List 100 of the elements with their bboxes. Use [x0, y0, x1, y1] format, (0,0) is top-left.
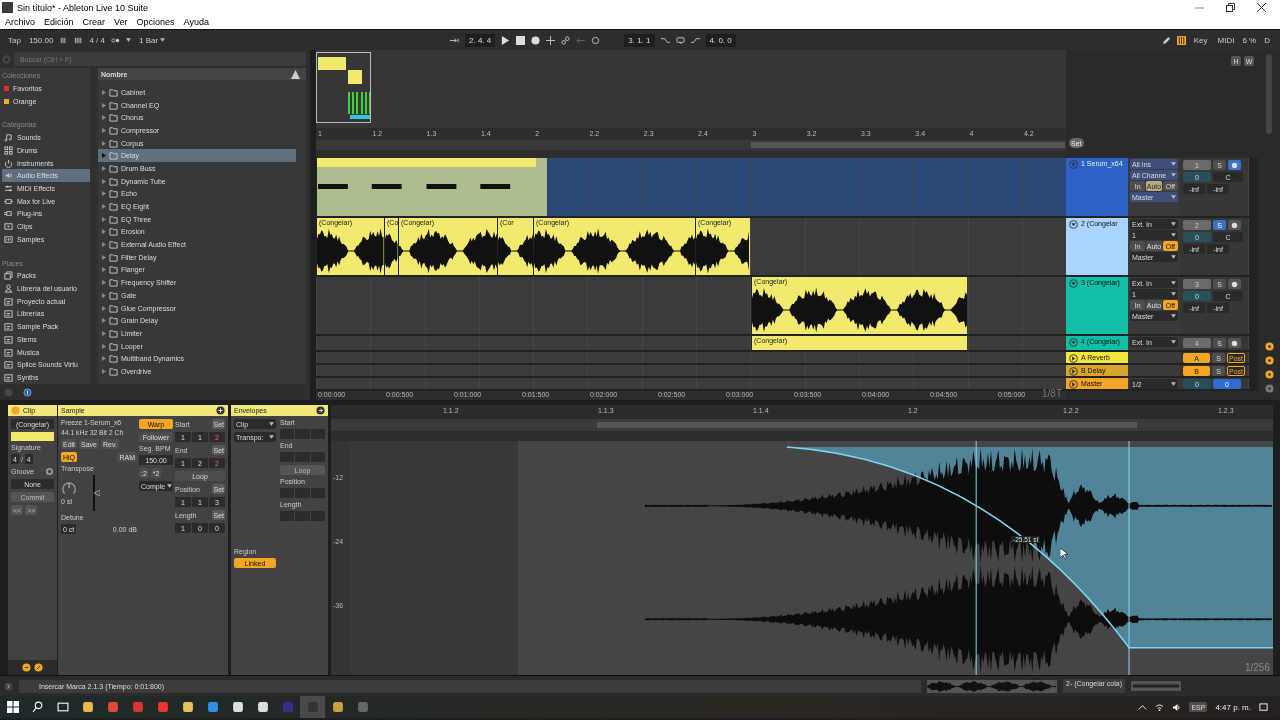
expand-icon	[102, 140, 106, 146]
grid-icon	[4, 145, 13, 155]
track-overview-drawing	[1131, 681, 1182, 691]
task-view-icon[interactable]	[56, 701, 69, 713]
chevron-up-icon[interactable]	[1138, 702, 1148, 712]
clip-icon	[4, 222, 13, 232]
nudge-up-icon[interactable]	[74, 35, 84, 45]
expand-icon[interactable]	[34, 663, 43, 672]
arm-button[interactable]	[1228, 220, 1241, 230]
menu-item[interactable]: Ver	[114, 17, 128, 27]
caret-icon	[1171, 292, 1176, 296]
caret-icon	[1171, 162, 1176, 166]
scrollbar[interactable]	[90, 68, 98, 384]
app-icon[interactable]	[356, 701, 369, 713]
metronome-icon[interactable]	[110, 35, 120, 45]
menu-item[interactable]: Opciones	[136, 17, 175, 27]
punch-out-icon[interactable]	[690, 35, 700, 45]
knob[interactable]	[61, 481, 77, 497]
expand-icon	[102, 229, 106, 235]
marker-line[interactable]	[1128, 441, 1130, 675]
envelope-line[interactable]	[786, 446, 1273, 649]
gear-icon	[45, 467, 54, 476]
punch-in-icon[interactable]	[660, 35, 670, 45]
plus-icon[interactable]	[546, 35, 556, 45]
expand-icon	[102, 178, 106, 184]
record-icon[interactable]	[531, 35, 541, 45]
fold-icon[interactable]	[1069, 338, 1078, 347]
expand-icon	[102, 89, 106, 95]
arrow-icon[interactable]	[316, 406, 325, 415]
arrangement-position-field[interactable]: 2. 4. 4	[465, 33, 496, 47]
record-icon	[1230, 160, 1239, 170]
marker-line[interactable]	[975, 441, 977, 675]
wifi-icon[interactable]	[1155, 702, 1165, 712]
expand-icon	[102, 343, 106, 349]
cursor-icon	[1060, 548, 1068, 560]
fold-icon[interactable]	[1069, 354, 1078, 363]
fold-icon[interactable]	[1069, 367, 1078, 376]
caret-icon	[1171, 340, 1176, 344]
caret-icon	[1171, 281, 1176, 285]
expand-icon	[102, 191, 106, 197]
arm-button[interactable]	[1228, 160, 1241, 170]
pencil-icon[interactable]	[1161, 35, 1171, 45]
notification-icon[interactable]	[1259, 702, 1268, 712]
app-icon[interactable]	[156, 701, 169, 713]
menu-item[interactable]: Archivo	[5, 17, 35, 27]
grid-label: 1/8T	[1042, 388, 1062, 399]
tap-button[interactable]: Tap	[6, 35, 23, 45]
gain-fader[interactable]	[91, 475, 101, 511]
midi-clip[interactable]	[316, 158, 547, 216]
info-icon[interactable]	[23, 387, 32, 397]
speaker-icon[interactable]	[1172, 702, 1182, 712]
save-icon[interactable]	[22, 663, 31, 672]
plug-icon	[4, 209, 13, 219]
disk-button[interactable]: D	[1262, 35, 1272, 45]
stop-icon[interactable]	[516, 35, 526, 45]
restore-icon[interactable]	[1226, 3, 1235, 12]
menu-item[interactable]: Crear	[82, 17, 106, 27]
scrollbar[interactable]	[1266, 54, 1272, 134]
piano-keys-icon[interactable]	[1176, 35, 1186, 45]
note-icon	[4, 133, 13, 143]
clip-color-swatch[interactable]	[11, 432, 54, 441]
tempo-value: 150.00	[28, 35, 54, 45]
sort-arrow-icon	[291, 69, 300, 79]
caret-icon	[1171, 255, 1176, 259]
time-signature: 4 / 4	[89, 35, 105, 45]
app-icon[interactable]	[331, 701, 344, 713]
app-icon[interactable]	[131, 701, 144, 713]
fold-icon[interactable]	[1069, 380, 1078, 389]
plug-icon	[4, 196, 13, 206]
record-icon	[1230, 220, 1239, 230]
caret-icon	[125, 38, 131, 42]
arm-button[interactable]	[1228, 338, 1241, 348]
arrow-icon[interactable]	[4, 681, 13, 691]
cpu-load: 6 %	[1242, 35, 1257, 45]
clip-toggle-icon[interactable]	[11, 406, 20, 415]
menu-item[interactable]: Ayuda	[183, 17, 209, 27]
loop-icon[interactable]	[675, 35, 685, 45]
midi-map-button[interactable]: MIDI	[1215, 35, 1237, 45]
clock: 4:47 p. m.	[1215, 702, 1251, 712]
fold-icon[interactable]	[1069, 220, 1078, 229]
windows-start-icon[interactable]	[6, 701, 19, 713]
nudge-down-icon[interactable]	[59, 35, 69, 45]
stack-icon	[4, 271, 13, 281]
sample-icon	[4, 234, 13, 244]
key-map-button[interactable]: Key	[1191, 35, 1210, 45]
fold-icon[interactable]	[1069, 279, 1078, 288]
circle-icon[interactable]	[591, 35, 601, 45]
add-icon[interactable]	[216, 406, 225, 415]
search-icon[interactable]	[31, 701, 44, 713]
close-icon[interactable]	[1257, 3, 1266, 12]
arm-button[interactable]	[1228, 279, 1241, 289]
fader-thumb[interactable]	[94, 490, 100, 496]
loop-start-field[interactable]: 3. 1. 1	[624, 33, 655, 47]
record-icon	[1230, 279, 1239, 289]
link-icon[interactable]	[561, 35, 571, 45]
menu-item[interactable]: Edición	[44, 17, 74, 27]
caret-icon	[1171, 314, 1176, 318]
quantization-dropdown[interactable]: 1 Bar	[136, 35, 168, 45]
overview-drawing[interactable]	[316, 52, 372, 124]
loop-length-field[interactable]: 4. 0. 0	[705, 33, 736, 47]
